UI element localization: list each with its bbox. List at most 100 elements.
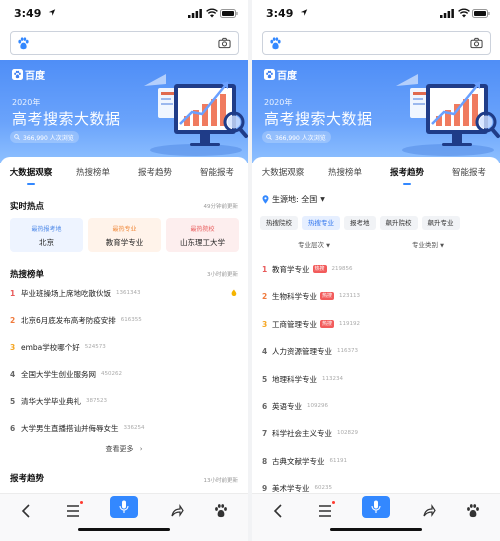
filter-row: 专业层次 ▼ 专业类别 ▼ [252,239,500,251]
visit-count-pill: 366,990 人次浏览 [262,131,331,143]
chip-rising-schools[interactable]: 飙升院校 [379,216,418,230]
tab-big-data[interactable]: 大数据观察 [0,157,62,189]
list-item[interactable]: 6 英语专业 109296 [262,399,490,413]
home-indicator [78,528,170,531]
rank-number: 6 [262,401,268,411]
banner: 百度 2020年 高考搜索大数据 366,990 人次浏览 [0,60,248,163]
tab-hot-list[interactable]: 热搜榜单 [62,157,124,189]
see-more-label: 查看更多 [105,445,134,453]
major-name: 工商管理专业 [272,319,317,329]
chip-rising-majors[interactable]: 飙升专业 [421,216,460,230]
brand-name: 百度 [277,70,297,82]
hot-card-major[interactable]: 最热专业 教育学专业 [88,218,161,252]
list-item[interactable]: 3 工商管理专业 热搜 119192 [262,317,490,331]
search-bar[interactable] [10,31,239,55]
caret-down-icon: ▼ [326,243,330,249]
source-region-label: 生源地: 全国 [272,195,318,204]
signal-icon [188,9,202,18]
tab-hot-list[interactable]: 热搜榜单 [314,157,376,189]
tab-smart-apply[interactable]: 智能报考 [186,157,248,189]
location-pin-icon [262,195,269,204]
view-icon [14,134,20,140]
status-time: 3:49 [266,7,294,20]
major-count: 109296 [307,403,328,409]
share-icon[interactable] [422,501,436,521]
phone-right: 3:49 百度 2020年 高考搜索大数据 366,990 人次浏览 大数据观察… [252,0,500,541]
status-bar: 3:49 [252,0,500,28]
filter-category[interactable]: 专业类别 ▼ [412,239,444,249]
menu-icon[interactable] [66,501,80,521]
back-icon[interactable] [272,501,284,521]
back-icon[interactable] [20,501,32,521]
list-item[interactable]: 8 古典文献学专业 61191 [262,454,490,468]
rank-count: 450262 [101,371,122,377]
battery-icon [220,9,238,18]
source-region-selector[interactable]: 生源地: 全国 ▼ [262,194,325,205]
bottom-nav [0,493,248,541]
paw-icon[interactable] [214,501,228,521]
list-item[interactable]: 1 毕业班操场上席地吃散伙饭 1361343 [10,286,238,300]
list-item[interactable]: 7 科学社会主义专业 102829 [262,426,490,440]
hot-card-region[interactable]: 最热报考地 北京 [10,218,83,252]
paw-icon[interactable] [466,501,480,521]
see-more-link[interactable]: 查看更多 › [0,444,248,454]
section-title-trend: 报考趋势 [10,474,45,484]
major-name: 地理科学专业 [272,374,317,384]
mic-icon [119,500,129,513]
filter-level[interactable]: 专业层次 ▼ [298,239,330,249]
voice-search-button[interactable] [110,496,138,518]
battery-icon [472,9,490,18]
rank-text: 清华大学毕业典礼 [21,396,81,406]
list-item[interactable]: 4 全国大学生创业服务网 450262 [10,367,238,381]
banner: 百度 2020年 高考搜索大数据 366,990 人次浏览 [252,60,500,163]
list-item[interactable]: 5 清华大学毕业典礼 387523 [10,394,238,408]
brand-logo: 百度 [264,68,297,82]
wifi-icon [458,8,470,18]
chip-hot-majors[interactable]: 热搜专业 [302,216,340,230]
tab-trend[interactable]: 报考趋势 [376,157,438,189]
data-monitor-illustration [396,74,500,156]
rank-number: 1 [10,288,16,298]
notification-dot [80,501,83,504]
camera-icon[interactable] [218,37,231,49]
menu-icon[interactable] [318,501,332,521]
visit-count-pill: 366,990 人次浏览 [10,131,79,143]
rank-number: 4 [262,346,268,356]
paw-icon [12,68,23,80]
phone-left: 3:49 百度 2020年 高考搜索大数据 366,990 人次浏览 大数据观察… [0,0,248,541]
tab-trend[interactable]: 报考趋势 [124,157,186,189]
rank-number: 8 [262,456,268,466]
tab-smart-apply[interactable]: 智能报考 [438,157,500,189]
search-bar[interactable] [262,31,491,55]
trending-flag-icon [231,289,237,297]
rank-number: 7 [262,428,268,438]
list-item[interactable]: 1 教育学专业 热搜 219856 [262,262,490,276]
voice-search-button[interactable] [362,496,390,518]
major-count: 123113 [339,293,361,299]
home-indicator [330,528,422,531]
hot-card-school[interactable]: 最热院校 山东理工大学 [166,218,239,252]
rank-text: 毕业班操场上席地吃散伙饭 [21,288,111,298]
list-item[interactable]: 2 生物科学专业 热搜 123113 [262,289,490,303]
rank-text: 北京6月底发布高考防疫安排 [21,315,116,325]
section-title-hot: 实时热点 [10,202,45,212]
list-item[interactable]: 6 大学男生直播搭讪并侮辱女生 336254 [10,421,238,435]
chip-destination[interactable]: 报考地 [344,216,376,230]
rank-number: 3 [10,342,16,352]
tab-bar: 大数据观察 热搜榜单 报考趋势 智能报考 [0,157,248,189]
major-count: 102829 [337,430,358,436]
major-count: 116373 [337,348,358,354]
major-name: 生物科学专业 [272,291,317,301]
list-item[interactable]: 5 地理科学专业 113234 [262,372,490,386]
chip-hot-schools[interactable]: 热搜院校 [260,216,298,230]
list-item[interactable]: 4 人力资源管理专业 116373 [262,344,490,358]
rank-update-note: 3小时前更新 [207,272,238,278]
list-item[interactable]: 2 北京6月底发布高考防疫安排 616355 [10,313,238,327]
rank-count: 387523 [86,398,107,404]
tab-big-data[interactable]: 大数据观察 [252,157,314,189]
camera-icon[interactable] [470,37,483,49]
major-name: 人力资源管理专业 [272,346,332,356]
caret-down-icon: ▼ [320,196,325,203]
list-item[interactable]: 3 emba学校哪个好 524573 [10,340,238,354]
share-icon[interactable] [170,501,184,521]
